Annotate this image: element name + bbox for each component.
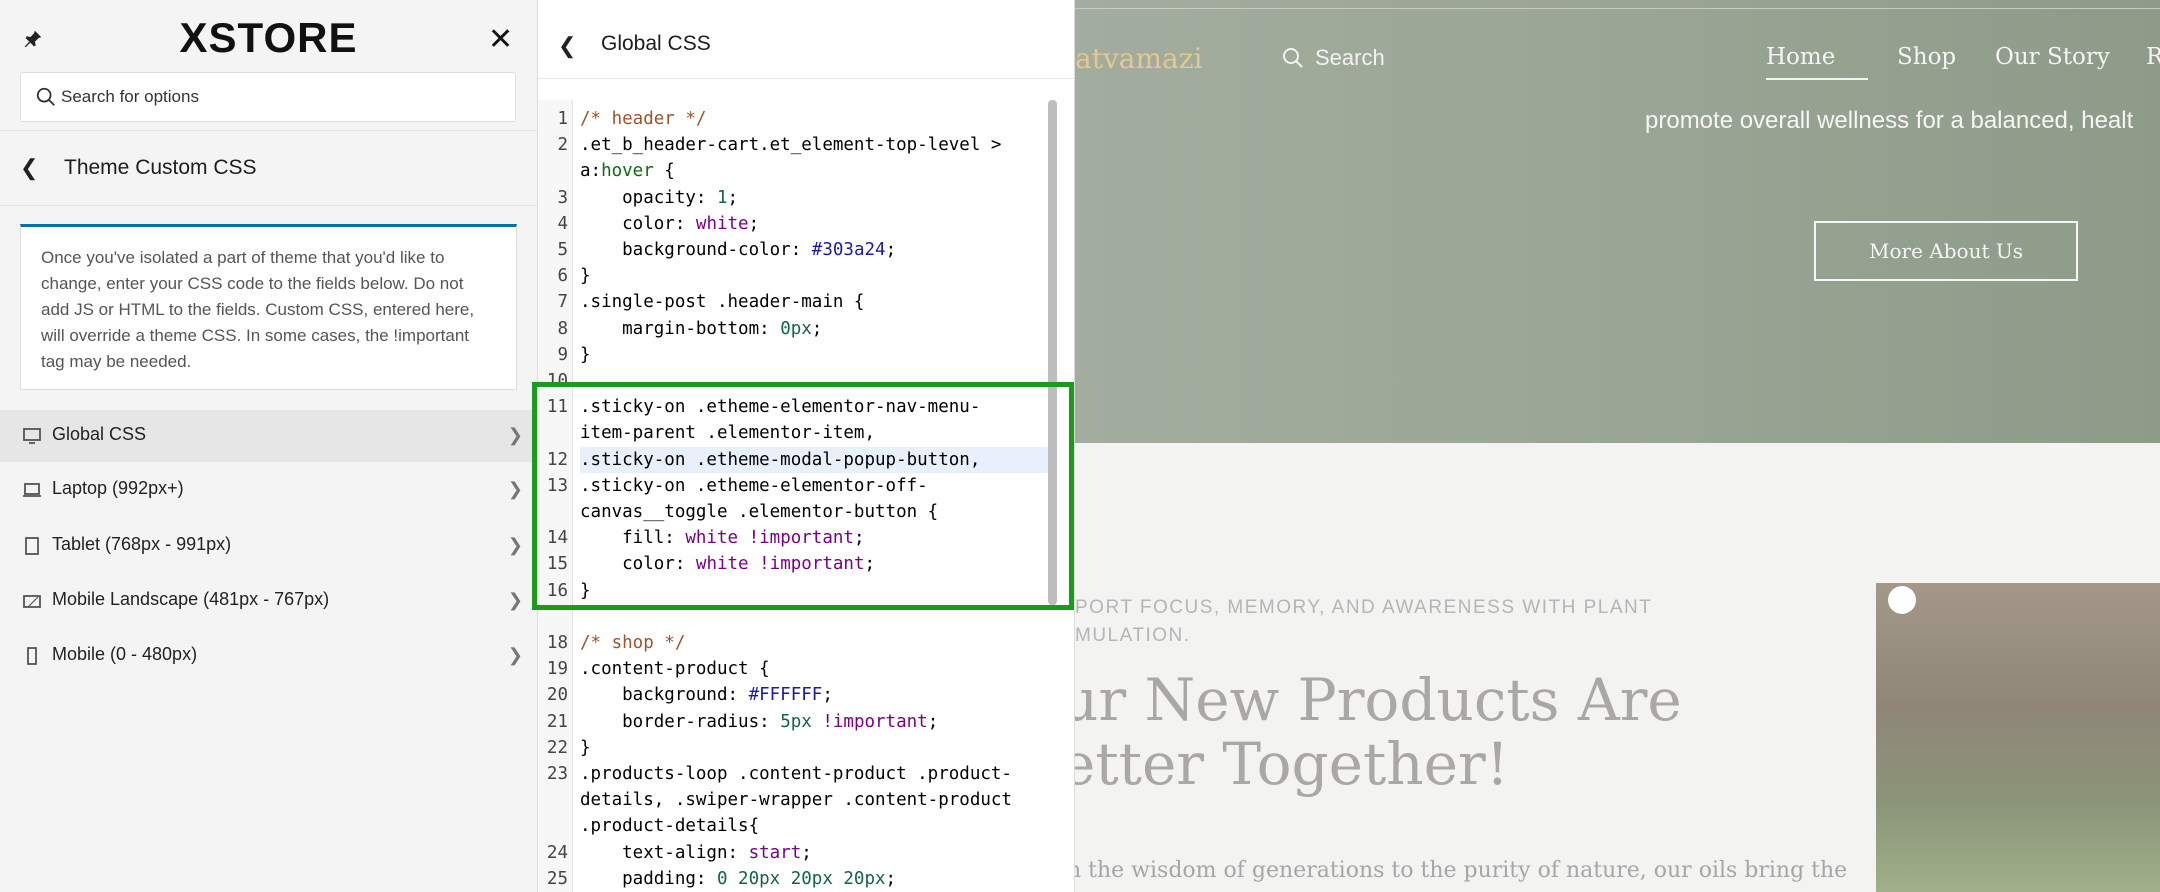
hero-section: atvamazi Search Home Shop Our Story Rese… xyxy=(1075,0,2160,443)
site-search-label[interactable]: Search xyxy=(1315,45,1385,71)
back-arrow-icon[interactable]: ❮ xyxy=(558,33,576,59)
close-icon[interactable]: ✕ xyxy=(488,22,513,57)
nav-research[interactable]: Researc xyxy=(2146,44,2160,70)
sidebar-item-label: Mobile (0 - 480px) xyxy=(52,644,198,664)
section-title: Theme Custom CSS xyxy=(64,156,257,179)
sidebar-item-label: Global CSS xyxy=(52,424,147,444)
chevron-right-icon: ❯ xyxy=(507,590,523,610)
sidebar-item-mobile[interactable]: Mobile (0 - 480px) ❯ xyxy=(0,630,537,682)
sidebar-header: XSTORE ✕ xyxy=(0,0,537,70)
custom-css-notice: Once you've isolated a part of theme tha… xyxy=(20,224,517,390)
section-heading: ur New Products Are etter Together! xyxy=(1075,666,1682,798)
sidebar-item-tablet[interactable]: Tablet (768px - 991px) ❯ xyxy=(0,520,537,572)
site-preview: atvamazi Search Home Shop Our Story Rese… xyxy=(1075,0,2160,892)
chevron-right-icon: ❯ xyxy=(507,479,523,499)
section-body-text: n the wisdom of generations to the purit… xyxy=(1075,858,1848,883)
sidebar-item-label: Laptop (992px+) xyxy=(52,478,184,498)
desktop-icon xyxy=(23,428,41,444)
preview-top-border xyxy=(1075,8,2160,9)
section-kicker: PORT FOCUS, MEMORY, AND AWARENESS WITH P… xyxy=(1075,597,1653,646)
chevron-right-icon: ❯ xyxy=(507,425,523,445)
site-logo[interactable]: atvamazi xyxy=(1075,42,1202,75)
nav-home[interactable]: Home xyxy=(1766,44,1835,70)
tablet-icon xyxy=(25,537,39,555)
customizer-sidebar: XSTORE ✕ Search for options ❮ Theme Cust… xyxy=(0,0,538,892)
notice-text: Once you've isolated a part of theme tha… xyxy=(41,248,475,371)
more-about-us-button[interactable]: More About Us xyxy=(1814,221,2078,281)
section-header: ❮ Theme Custom CSS xyxy=(0,130,537,206)
nav-shop[interactable]: Shop xyxy=(1897,44,1956,70)
highlight-annotation-box xyxy=(532,382,1074,610)
options-search-input[interactable]: Search for options xyxy=(20,72,516,122)
back-arrow-icon[interactable]: ❮ xyxy=(20,155,38,181)
sidebar-item-mobile-landscape[interactable]: Mobile Landscape (481px - 767px) ❯ xyxy=(0,575,537,627)
product-image xyxy=(1876,583,2160,892)
nav-our-story[interactable]: Our Story xyxy=(1995,44,2110,70)
sidebar-item-label: Tablet (768px - 991px) xyxy=(52,534,232,554)
mobile-icon xyxy=(27,647,37,665)
sidebar-item-label: Mobile Landscape (481px - 767px) xyxy=(52,589,330,609)
hero-text: promote overall wellness for a balanced,… xyxy=(1645,107,2134,134)
mobile-landscape-icon xyxy=(23,595,41,608)
sidebar-item-global-css[interactable]: Global CSS ❯ xyxy=(0,410,537,462)
chevron-right-icon: ❯ xyxy=(507,535,523,555)
search-icon xyxy=(36,87,55,106)
image-dot xyxy=(1888,586,1916,614)
laptop-icon xyxy=(23,483,41,497)
search-placeholder: Search for options xyxy=(61,87,199,106)
nav-active-underline xyxy=(1766,78,1868,80)
chevron-right-icon: ❯ xyxy=(507,645,523,665)
css-panel-title: Global CSS xyxy=(601,32,711,55)
xstore-logo: XSTORE xyxy=(179,14,358,61)
sidebar-item-laptop[interactable]: Laptop (992px+) ❯ xyxy=(0,464,537,516)
search-icon[interactable] xyxy=(1281,46,1305,70)
css-panel-header: ❮ Global CSS xyxy=(538,9,1074,79)
